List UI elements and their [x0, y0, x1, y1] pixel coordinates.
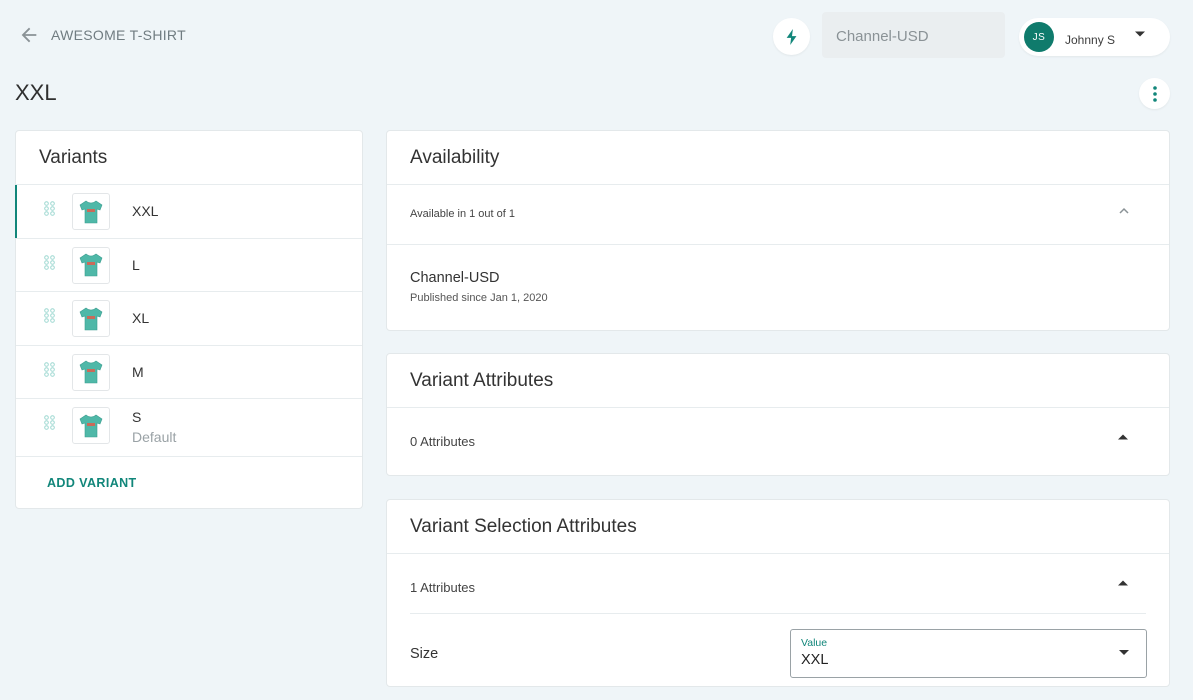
chevron-up-icon[interactable]	[1119, 207, 1129, 214]
channel-publish-status: Published since Jan 1, 2020	[410, 292, 548, 304]
variant-name: S	[132, 409, 142, 425]
tshirt-icon	[79, 360, 103, 384]
tshirt-icon	[79, 414, 103, 437]
variants-title: Variants	[16, 131, 362, 185]
navigator-button[interactable]	[773, 18, 810, 55]
variant-name: XXL	[132, 203, 159, 219]
channel-name: Channel-USD	[410, 270, 500, 286]
variant-row[interactable]: XXL	[15, 185, 362, 239]
back-button[interactable]: AWESOME T-SHIRT	[18, 24, 186, 46]
variant-selection-attributes-count: 1 Attributes	[410, 580, 476, 595]
value-select-value: XXL	[801, 652, 829, 668]
user-name: Johnny S	[1065, 33, 1116, 47]
variant-attributes-count: 0 Attributes	[410, 434, 476, 449]
caret-up-icon[interactable]	[1118, 580, 1128, 586]
value-select-legend: Value	[801, 637, 828, 649]
drag-handle-icon[interactable]	[44, 201, 55, 216]
variant-row[interactable]: L	[16, 239, 362, 292]
availability-title: Availability	[387, 131, 1169, 185]
caret-up-icon[interactable]	[1118, 434, 1128, 440]
availability-card: Availability Available in 1 out of 1 Cha…	[386, 130, 1170, 331]
attribute-label-size: Size	[410, 646, 439, 662]
variant-thumbnail	[72, 246, 110, 284]
variant-name: XL	[132, 310, 150, 326]
variant-thumbnail	[72, 407, 110, 444]
variant-list: XXL L XL M S Default	[15, 185, 362, 457]
page-title: XXL	[15, 80, 57, 105]
channel-picker[interactable]: Channel-USD	[822, 12, 1005, 58]
variant-thumbnail	[72, 300, 110, 337]
channel-picker-label: Channel-USD	[836, 28, 929, 45]
arrow-left-icon	[21, 27, 37, 43]
drag-handle-icon[interactable]	[44, 254, 55, 270]
variant-row[interactable]: XL	[16, 292, 362, 346]
variants-card: Variants XXL L XL M S Default ADD VARIANT	[15, 130, 363, 509]
variant-attributes-title: Variant Attributes	[387, 354, 1169, 408]
add-variant-button[interactable]: ADD VARIANT	[47, 476, 137, 490]
divider	[410, 613, 1146, 614]
user-menu[interactable]: JS Johnny S	[1019, 18, 1170, 56]
drag-handle-icon[interactable]	[44, 361, 55, 377]
lightning-icon	[786, 28, 796, 45]
caret-down-icon	[1135, 31, 1146, 37]
availability-summary-row[interactable]: Available in 1 out of 1	[387, 185, 1169, 245]
kebab-menu-icon	[1152, 85, 1157, 102]
variant-row[interactable]: M	[16, 346, 362, 399]
variant-selection-attributes-title: Variant Selection Attributes	[387, 500, 1169, 554]
more-options-button[interactable]	[1139, 78, 1170, 109]
tshirt-icon	[79, 200, 103, 223]
variant-row[interactable]: S Default	[16, 399, 362, 457]
drag-handle-icon[interactable]	[44, 308, 55, 323]
tshirt-icon	[79, 253, 103, 277]
availability-summary: Available in 1 out of 1	[410, 208, 515, 220]
caret-down-icon	[1119, 650, 1129, 655]
variant-thumbnail	[72, 353, 110, 391]
avatar: JS	[1024, 22, 1054, 52]
drag-handle-icon[interactable]	[44, 415, 55, 430]
variant-default-label: Default	[132, 429, 177, 445]
variant-attributes-card: Variant Attributes 0 Attributes	[386, 353, 1170, 476]
variant-thumbnail	[72, 193, 110, 230]
size-value-select[interactable]: Value XXL	[790, 629, 1147, 678]
back-label: AWESOME T-SHIRT	[51, 27, 186, 43]
variant-name: L	[132, 256, 140, 273]
variant-selection-attributes-card: Variant Selection Attributes 1 Attribute…	[386, 499, 1170, 687]
tshirt-icon	[79, 307, 103, 330]
variant-name: M	[132, 363, 144, 380]
